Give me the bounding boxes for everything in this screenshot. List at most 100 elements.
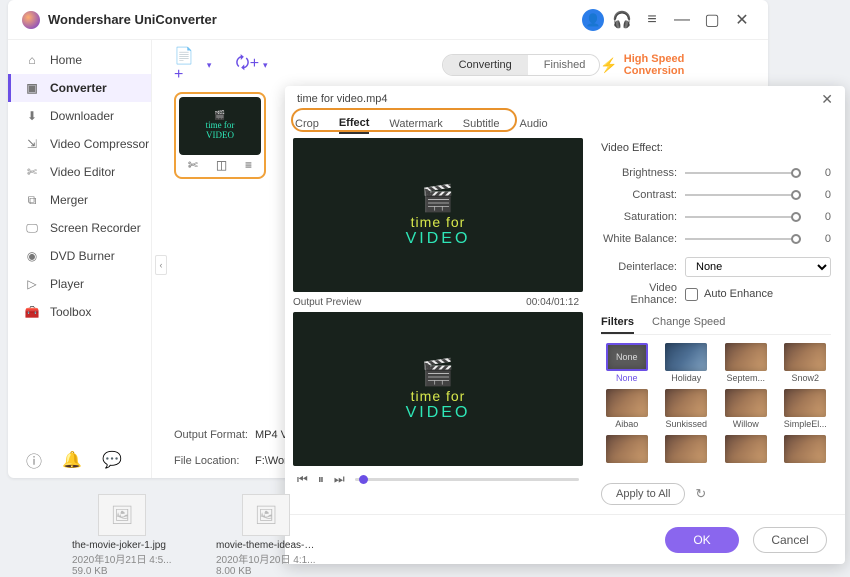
sidebar-item-downloader[interactable]: ⬇Downloader: [8, 102, 151, 130]
tab-finished[interactable]: Finished: [528, 55, 601, 75]
enhance-row: Video Enhance: Auto Enhance: [601, 282, 831, 306]
sidebar-item-label: Merger: [50, 193, 88, 207]
subtab-speed[interactable]: Change Speed: [652, 316, 725, 334]
preview-original: 🎬 time for VIDEO: [293, 138, 583, 292]
toolbox-icon: 🧰: [24, 304, 40, 320]
high-speed-toggle[interactable]: ⚡ High Speed Conversion: [600, 53, 746, 77]
filter-simpleel[interactable]: SimpleEl...: [780, 389, 832, 429]
deinterlace-label: Deinterlace:: [601, 261, 677, 273]
reset-icon[interactable]: ↻: [695, 486, 706, 502]
transport-controls: ⏮ ⏸ ⏭: [293, 466, 583, 492]
crop-icon[interactable]: ◫: [216, 158, 227, 172]
subtab-filters[interactable]: Filters: [601, 316, 634, 334]
contrast-slider[interactable]: [685, 194, 801, 196]
menu-icon[interactable]: ≡: [640, 8, 664, 32]
filter-snow2[interactable]: Snow2: [780, 343, 832, 383]
toolbar: 📄+▾ 🗘+▾ Converting Finished ⚡ High Speed…: [174, 50, 746, 80]
clapper-icon: 🎬: [422, 357, 454, 388]
dialog-footer: OK Cancel: [285, 514, 845, 564]
status-segment: Converting Finished: [442, 54, 601, 76]
dialog-close-button[interactable]: ✕: [821, 91, 833, 108]
help-headset-icon[interactable]: 🎧: [610, 8, 634, 32]
seek-bar[interactable]: [355, 478, 579, 481]
next-button[interactable]: ⏭: [334, 472, 345, 487]
ok-button[interactable]: OK: [665, 527, 739, 553]
sidebar-item-editor[interactable]: ✄Video Editor: [8, 158, 151, 186]
tab-crop[interactable]: Crop: [295, 118, 319, 133]
file-name: movie-theme-ideas-8...: [216, 540, 316, 551]
slider-knob-icon[interactable]: [791, 168, 801, 178]
desktop-file[interactable]: 🖼 movie-theme-ideas-8... 2020年10月20日 4:1…: [216, 494, 316, 577]
info-icon[interactable]: ⓘ: [26, 448, 42, 472]
tab-watermark[interactable]: Watermark: [389, 118, 442, 133]
sidebar-item-label: Downloader: [50, 109, 114, 123]
slider-knob-icon[interactable]: [791, 234, 801, 244]
filter-willow[interactable]: Willow: [720, 389, 772, 429]
bell-icon[interactable]: 🔔: [62, 450, 82, 470]
filter-holiday[interactable]: Holiday: [661, 343, 713, 383]
more-icon[interactable]: ≡: [245, 158, 252, 172]
tab-effect[interactable]: Effect: [339, 117, 370, 134]
media-card[interactable]: 🎬time forVIDEO ✄ ◫ ≡: [174, 92, 266, 179]
maximize-button[interactable]: ▢: [700, 8, 724, 32]
tab-converting[interactable]: Converting: [443, 55, 528, 75]
auto-enhance-checkbox[interactable]: [685, 288, 698, 301]
filter-thumb: [606, 435, 648, 463]
tab-audio[interactable]: Audio: [519, 118, 547, 133]
filter-more-2[interactable]: [661, 435, 713, 475]
brightness-value: 0: [801, 167, 831, 179]
prev-button[interactable]: ⏮: [297, 472, 308, 487]
sidebar-item-player[interactable]: ▷Player: [8, 270, 151, 298]
file-location-label: File Location:: [174, 455, 249, 467]
app-logo-icon: [22, 11, 40, 29]
desktop-file[interactable]: 🖼 the-movie-joker-1.jpg 2020年10月21日 4:5.…: [72, 494, 172, 577]
filter-label: [804, 465, 807, 475]
slider-knob-icon[interactable]: [791, 212, 801, 222]
tab-subtitle[interactable]: Subtitle: [463, 118, 500, 133]
add-file-caret-icon[interactable]: ▾: [207, 60, 212, 71]
filter-thumb: [665, 435, 707, 463]
cancel-button[interactable]: Cancel: [753, 527, 827, 553]
sidebar-item-merger[interactable]: ⧉Merger: [8, 186, 151, 214]
minimize-button[interactable]: —: [670, 8, 694, 32]
add-folder-caret-icon[interactable]: ▾: [263, 60, 268, 71]
add-file-button[interactable]: 📄+: [174, 46, 203, 84]
filter-label: Willow: [733, 419, 759, 429]
sidebar-item-toolbox[interactable]: 🧰Toolbox: [8, 298, 151, 326]
trim-icon[interactable]: ✄: [188, 158, 198, 172]
account-avatar-icon[interactable]: 👤: [582, 9, 604, 31]
filter-sunkissed[interactable]: Sunkissed: [661, 389, 713, 429]
preview-text-1: time for: [411, 214, 466, 230]
preview-column: 🎬 time for VIDEO Output Preview 00:04/01…: [285, 138, 583, 514]
filter-label: [744, 465, 747, 475]
seek-knob-icon[interactable]: [359, 475, 368, 484]
sidebar-collapse-button[interactable]: ‹: [155, 255, 167, 275]
deinterlace-select[interactable]: None: [685, 257, 831, 277]
sidebar-item-home[interactable]: ⌂Home: [8, 46, 151, 74]
sidebar-item-converter[interactable]: ▣Converter: [8, 74, 151, 102]
filter-more-1[interactable]: [601, 435, 653, 475]
filter-thumb: [665, 389, 707, 417]
filter-thumb: None: [606, 343, 648, 371]
slider-knob-icon[interactable]: [791, 190, 801, 200]
white-balance-slider[interactable]: [685, 238, 801, 240]
high-speed-label: High Speed Conversion: [624, 53, 746, 77]
chat-icon[interactable]: 💬: [102, 450, 122, 470]
filter-none[interactable]: NoneNone: [601, 343, 653, 383]
saturation-slider[interactable]: [685, 216, 801, 218]
filter-label: SimpleEl...: [784, 419, 827, 429]
sidebar-item-compressor[interactable]: ⇲Video Compressor: [8, 130, 151, 158]
filter-more-3[interactable]: [720, 435, 772, 475]
close-button[interactable]: ✕: [730, 8, 754, 32]
apply-to-all-button[interactable]: Apply to All: [601, 483, 685, 505]
add-folder-button[interactable]: 🗘+: [235, 52, 259, 79]
filter-aibao[interactable]: Aibao: [601, 389, 653, 429]
dialog-header: time for video.mp4 ✕: [285, 86, 845, 112]
sidebar-item-recorder[interactable]: 🖵Screen Recorder: [8, 214, 151, 242]
pause-button[interactable]: ⏸: [318, 472, 324, 487]
filter-september[interactable]: Septem...: [720, 343, 772, 383]
brightness-slider[interactable]: [685, 172, 801, 174]
auto-enhance-label: Auto Enhance: [704, 288, 773, 300]
sidebar-item-dvd[interactable]: ◉DVD Burner: [8, 242, 151, 270]
filter-more-4[interactable]: [780, 435, 832, 475]
